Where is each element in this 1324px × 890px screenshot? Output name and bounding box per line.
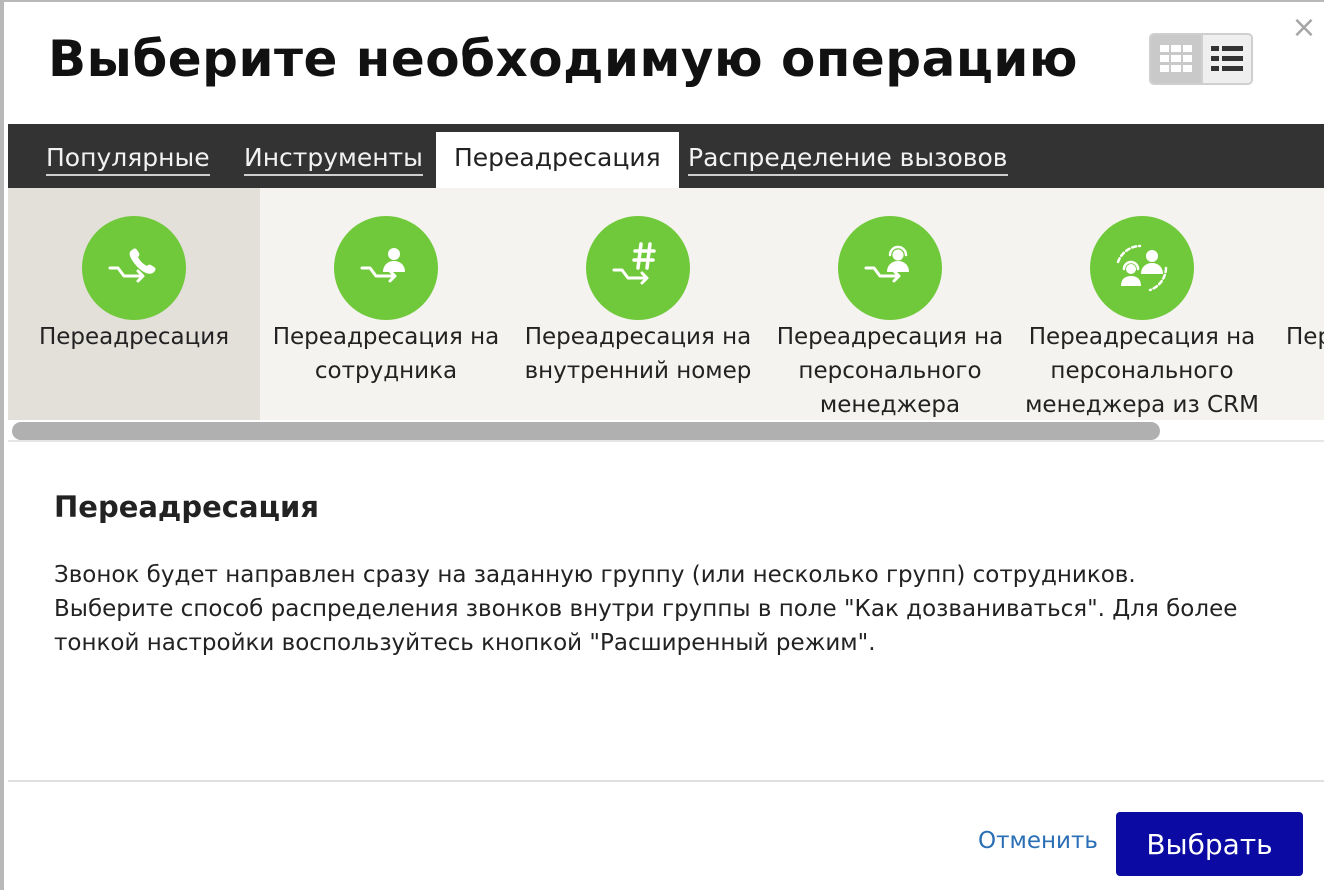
call-forward-icon: [82, 216, 186, 320]
operation-label-line: Переадресация: [38, 324, 230, 350]
operation-label-line: сотрудника: [314, 358, 458, 384]
operation-list: Переадресация Переадресация на сотрудник…: [8, 188, 1324, 420]
operation-dialog: Выберите необходимую операцию × Популярн…: [0, 0, 1324, 890]
description-line: Выберите способ распределения звонков вн…: [54, 596, 1238, 622]
description-line: тонкой настройки воспользуйтесь кнопкой …: [54, 630, 876, 656]
operation-forward-to-extension[interactable]: Переадресация на внутренний номер: [512, 188, 764, 420]
tab-forwarding[interactable]: Переадресация: [436, 132, 679, 188]
operation-label-line: менеджера: [819, 392, 961, 418]
operation-forward-to-crm-manager[interactable]: Переадресация на персонального менеджера…: [1016, 188, 1268, 420]
scrollbar-thumb[interactable]: [12, 422, 1160, 440]
operation-forward-to-employee[interactable]: Переадресация на сотрудника: [260, 188, 512, 420]
operation-label-line: внутренний номер: [524, 358, 752, 384]
tab-bar: Популярные Инструменты Переадресация Рас…: [8, 124, 1324, 188]
close-icon[interactable]: ×: [1288, 12, 1320, 44]
list-view-icon[interactable]: [1201, 35, 1251, 83]
tab-popular[interactable]: Популярные: [46, 142, 210, 176]
operation-forwarding[interactable]: Переадресация: [8, 188, 260, 420]
description-line: Звонок будет направлен сразу на заданную…: [54, 562, 1136, 588]
forward-to-employee-icon: [334, 216, 438, 320]
forward-to-extension-icon: [586, 216, 690, 320]
operation-label-line: Переадресация на: [272, 324, 500, 350]
tab-call-distribution[interactable]: Распределение вызовов: [688, 142, 1008, 176]
operation-label-line: персонального: [1050, 358, 1234, 384]
horizontal-scrollbar[interactable]: [8, 420, 1324, 442]
operation-partial[interactable]: Пер: [1268, 188, 1324, 420]
grid-view-icon[interactable]: [1151, 35, 1201, 83]
forward-to-personal-manager-icon: [838, 216, 942, 320]
dialog-title: Выберите необходимую операцию: [48, 30, 1079, 88]
tab-tools[interactable]: Инструменты: [244, 142, 423, 176]
operation-label-line: Переадресация на: [1028, 324, 1256, 350]
forward-to-crm-manager-icon: [1090, 216, 1194, 320]
description-text: Звонок будет направлен сразу на заданную…: [54, 558, 1314, 660]
operation-label-line: Переадресация на: [524, 324, 752, 350]
description-title: Переадресация: [54, 490, 319, 524]
select-button[interactable]: Выбрать: [1116, 812, 1303, 876]
operation-forward-to-personal-manager[interactable]: Переадресация на персонального менеджера: [764, 188, 1016, 420]
operation-label-line: Пер: [1286, 324, 1324, 350]
cancel-button[interactable]: Отменить: [978, 828, 1098, 854]
operation-label-line: персонального: [798, 358, 982, 384]
footer-divider: [8, 780, 1324, 782]
operation-label-line: Переадресация на: [776, 324, 1004, 350]
operation-label-line: менеджера из CRM: [1025, 392, 1259, 418]
view-toggle: [1149, 33, 1253, 85]
